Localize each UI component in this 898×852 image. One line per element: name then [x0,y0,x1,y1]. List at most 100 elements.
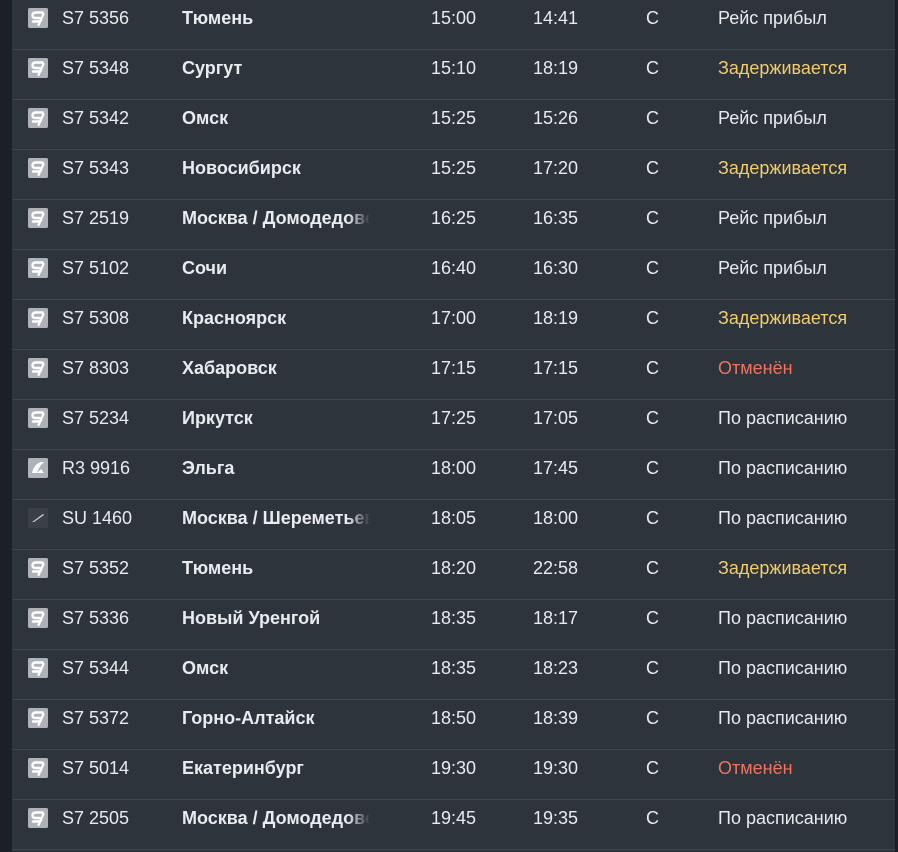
scheduled-time: 15:25 [431,108,477,128]
destination-city: Новый Уренгой [182,600,374,649]
flight-row[interactable]: S7 5234 Иркутск 17:25 17:05 C По расписа… [12,400,895,450]
flight-number: S7 5234 [62,408,130,428]
destination-city: Екатеринбург [182,750,374,799]
destination-city: Тюмень [182,0,374,49]
flight-number: S7 5352 [62,558,130,578]
scheduled-time: 17:25 [431,408,477,428]
scheduled-time: 18:35 [431,658,477,678]
flight-status: По расписанию [718,458,848,478]
terminal: C [646,108,659,128]
scheduled-time: 18:20 [431,558,477,578]
destination-city: Москва / Шереметьево [182,500,374,549]
flight-row[interactable]: S7 8303 Хабаровск 17:15 17:15 C Отменён [12,350,895,400]
scheduled-time: 18:00 [431,458,477,478]
flight-row[interactable]: S7 5014 Екатеринбург 19:30 19:30 C Отмен… [12,750,895,800]
actual-time: 18:23 [533,658,579,678]
destination-city: Омск [182,100,374,149]
flight-row[interactable]: S7 5336 Новый Уренгой 18:35 18:17 C По р… [12,600,895,650]
flight-number: S7 8303 [62,358,130,378]
terminal: C [646,308,659,328]
flight-status: Рейс прибыл [718,8,827,28]
destination-city: Тюмень [182,550,374,599]
actual-time: 18:17 [533,608,579,628]
destination-city: Горно-Алтайск [182,700,374,749]
destination-city: Москва / Домодедово [182,800,374,849]
flight-row[interactable]: S7 5342 Омск 15:25 15:26 C Рейс прибыл [12,100,895,150]
flight-number: S7 5102 [62,258,130,278]
destination-city: Красноярск [182,300,374,349]
destination-city: Хабаровск [182,350,374,399]
su-logo-icon [28,508,48,528]
terminal: C [646,158,659,178]
flight-row[interactable]: S7 5372 Горно-Алтайск 18:50 18:39 C По р… [12,700,895,750]
flight-number: S7 5344 [62,658,130,678]
flight-number: S7 5356 [62,8,130,28]
terminal: C [646,358,659,378]
terminal: C [646,508,659,528]
flight-status: По расписанию [718,708,848,728]
terminal: C [646,258,659,278]
flight-row[interactable]: S7 5356 Тюмень 15:00 14:41 C Рейс прибыл [12,0,895,50]
scheduled-time: 16:40 [431,258,477,278]
flight-row[interactable]: S7 2505 Москва / Домодедово 19:45 19:35 … [12,800,895,850]
terminal: C [646,608,659,628]
terminal: C [646,208,659,228]
flight-row[interactable]: R3 9916 Эльга 18:00 17:45 C По расписани… [12,450,895,500]
flight-status: Отменён [718,758,793,778]
flight-row[interactable]: S7 2519 Москва / Домодедово 16:25 16:35 … [12,200,895,250]
flight-number: S7 5014 [62,758,130,778]
actual-time: 18:19 [533,308,579,328]
flight-row[interactable]: S7 5352 Тюмень 18:20 22:58 C Задерживает… [12,550,895,600]
flight-status: По расписанию [718,608,848,628]
destination-city: Сургут [182,50,374,99]
flight-row[interactable]: S7 5308 Красноярск 17:00 18:19 C Задержи… [12,300,895,350]
flight-row[interactable]: S7 5344 Омск 18:35 18:23 C По расписанию [12,650,895,700]
terminal: C [646,658,659,678]
destination-city: Иркутск [182,400,374,449]
actual-time: 17:45 [533,458,579,478]
actual-time: 18:00 [533,508,579,528]
actual-time: 22:58 [533,558,579,578]
scheduled-time: 15:10 [431,58,477,78]
flight-number: SU 1460 [62,508,133,528]
actual-time: 18:39 [533,708,579,728]
flight-row[interactable]: S7 5343 Новосибирск 15:25 17:20 C Задерж… [12,150,895,200]
flight-status: Рейс прибыл [718,208,827,228]
destination-city: Новосибирск [182,150,374,199]
scheduled-time: 18:50 [431,708,477,728]
flight-number: S7 5342 [62,108,130,128]
flight-number: S7 2505 [62,808,130,828]
destination-city: Москва / Домодедово [182,200,374,249]
flight-number: S7 5372 [62,708,130,728]
flight-status: Задерживается [718,308,848,328]
scheduled-time: 18:05 [431,508,477,528]
actual-time: 17:15 [533,358,579,378]
terminal: C [646,808,659,828]
scheduled-time: 15:25 [431,158,477,178]
flight-row[interactable]: S7 5102 Сочи 16:40 16:30 C Рейс прибыл [12,250,895,300]
flight-status: По расписанию [718,658,848,678]
actual-time: 16:35 [533,208,579,228]
flight-status: Задерживается [718,558,848,578]
scheduled-time: 19:30 [431,758,477,778]
s7-logo-icon [28,108,48,128]
scheduled-time: 18:35 [431,608,477,628]
flight-row[interactable]: SU 1460 Москва / Шереметьево 18:05 18:00… [12,500,895,550]
terminal: C [646,558,659,578]
destination-city: Сочи [182,250,374,299]
actual-time: 14:41 [533,8,579,28]
flight-row[interactable]: S7 5348 Сургут 15:10 18:19 C Задерживает… [12,50,895,100]
flight-status: По расписанию [718,408,848,428]
s7-logo-icon [28,558,48,578]
flight-number: S7 5308 [62,308,130,328]
s7-logo-icon [28,658,48,678]
s7-logo-icon [28,358,48,378]
s7-logo-icon [28,608,48,628]
flight-status: Рейс прибыл [718,108,827,128]
terminal: C [646,58,659,78]
scheduled-time: 19:45 [431,808,477,828]
flight-number: S7 5336 [62,608,130,628]
flight-status: Отменён [718,358,793,378]
terminal: C [646,408,659,428]
s7-logo-icon [28,58,48,78]
